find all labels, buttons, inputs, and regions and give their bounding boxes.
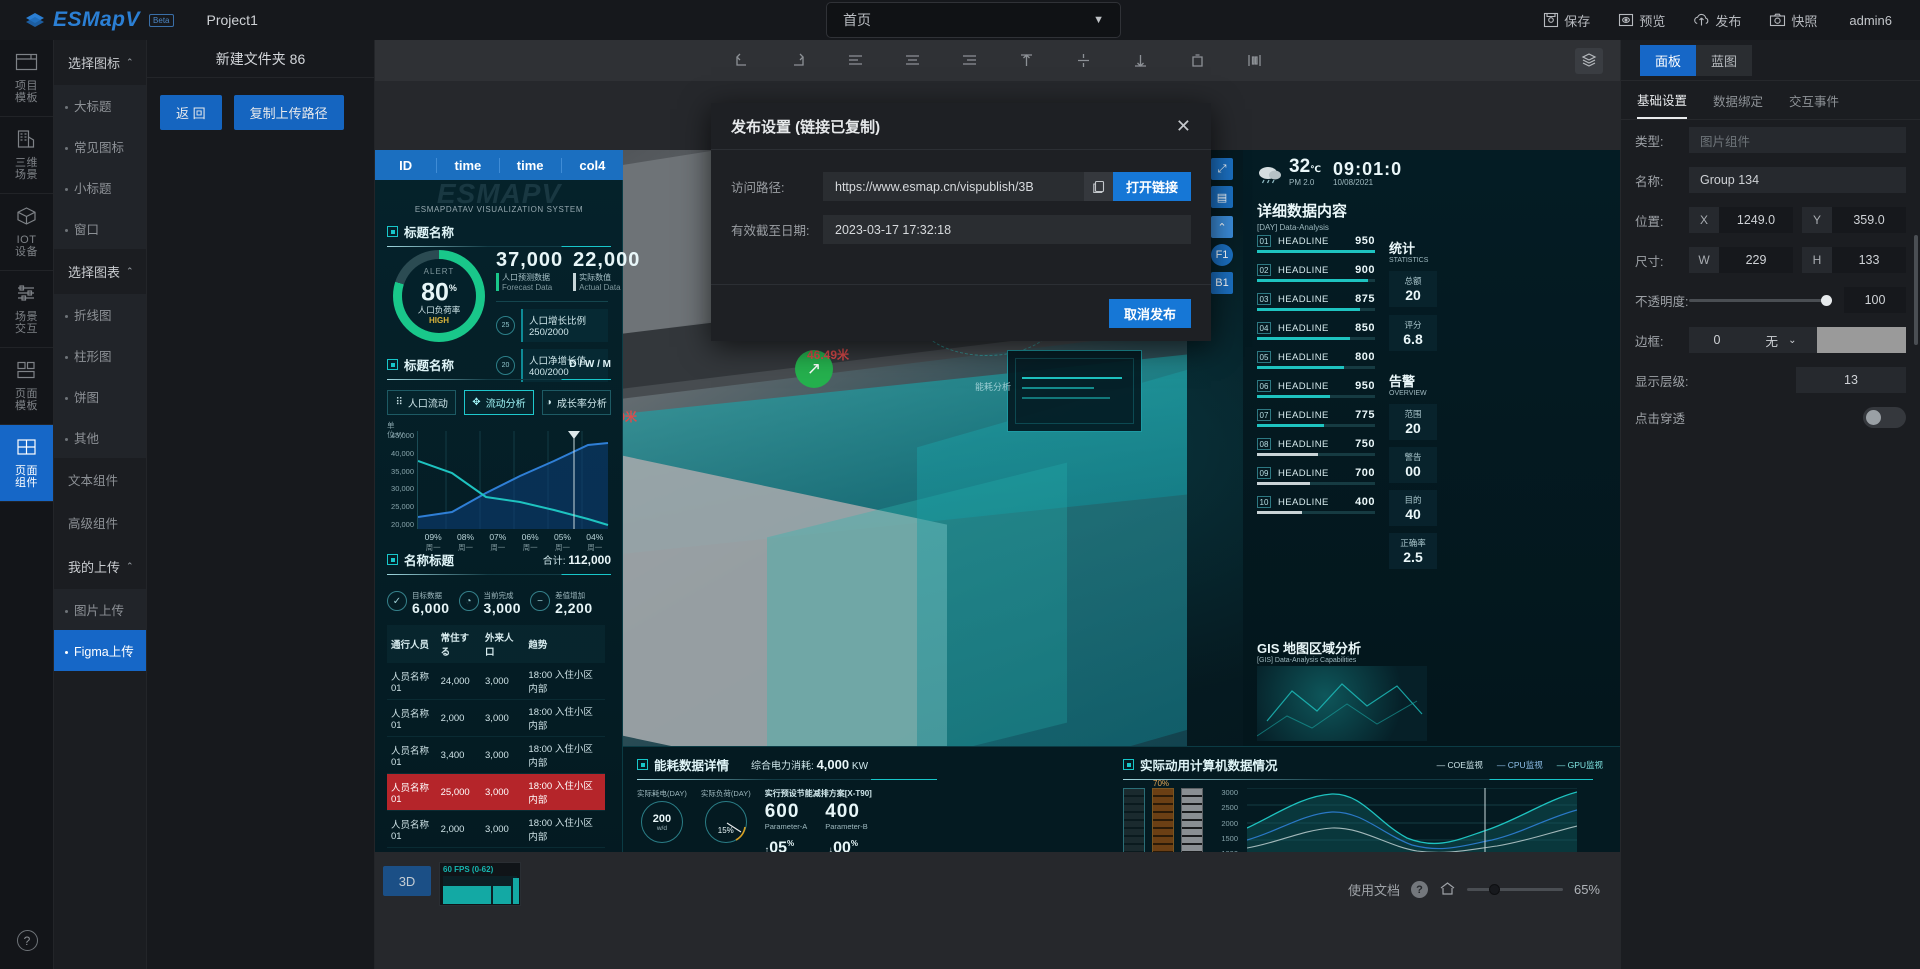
dialog-footer: 取消发布 [711, 284, 1211, 341]
expiry-label: 有效截至日期: [731, 220, 823, 239]
close-icon[interactable]: ✕ [1176, 117, 1191, 135]
expiry-row: 有效截至日期: 2023-03-17 17:32:18 [731, 215, 1191, 244]
url-input[interactable] [823, 172, 1084, 201]
dialog-body: 访问路径: 打开链接 有效截至日期: 2023-03-17 17:32:18 [711, 150, 1211, 244]
publish-settings-dialog: 发布设置 (链接已复制) ✕ 访问路径: 打开链接 有效截至日期: 2023-0… [711, 103, 1211, 341]
cancel-publish-button[interactable]: 取消发布 [1109, 299, 1191, 328]
expiry-value[interactable]: 2023-03-17 17:32:18 [823, 215, 1191, 244]
url-label: 访问路径: [731, 177, 823, 196]
dialog-header: 发布设置 (链接已复制) ✕ [711, 103, 1211, 150]
modal-overlay: 发布设置 (链接已复制) ✕ 访问路径: 打开链接 有效截至日期: 2023-0… [0, 0, 1920, 969]
open-link-button[interactable]: 打开链接 [1113, 172, 1191, 201]
url-row: 访问路径: 打开链接 [731, 172, 1191, 201]
copy-icon[interactable] [1084, 172, 1113, 201]
dialog-title: 发布设置 (链接已复制) [731, 116, 880, 137]
